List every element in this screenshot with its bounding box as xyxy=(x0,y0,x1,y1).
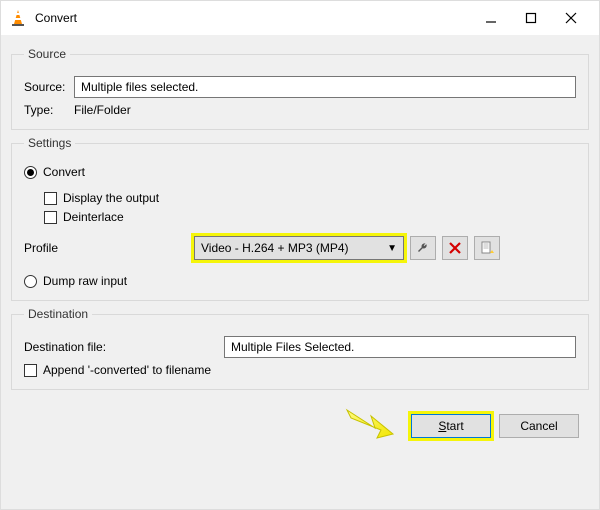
profile-dropdown[interactable]: Video - H.264 + MP3 (MP4) ▼ xyxy=(194,236,404,260)
profile-dropdown-value: Video - H.264 + MP3 (MP4) xyxy=(201,241,349,255)
close-button[interactable] xyxy=(551,4,591,32)
dump-raw-radio[interactable]: Dump raw input xyxy=(24,274,576,288)
settings-group: Settings Convert Display the output Dein… xyxy=(11,136,589,301)
annotation-arrow-icon xyxy=(343,406,403,446)
checkbox-box-icon xyxy=(24,364,37,377)
radio-dot-icon xyxy=(24,275,37,288)
cancel-button-label: Cancel xyxy=(520,419,557,433)
append-converted-label: Append '-converted' to filename xyxy=(43,363,211,377)
display-output-label: Display the output xyxy=(63,191,159,205)
type-value: File/Folder xyxy=(74,103,131,117)
display-output-checkbox[interactable]: Display the output xyxy=(44,191,576,205)
vlc-icon xyxy=(9,9,27,27)
convert-dialog: Convert Source Source: Type: File/Folder xyxy=(0,0,600,510)
deinterlace-label: Deinterlace xyxy=(63,210,124,224)
dump-raw-label: Dump raw input xyxy=(43,274,127,288)
destination-group: Destination Destination file: Append '-c… xyxy=(11,307,589,390)
source-legend: Source xyxy=(24,47,70,61)
client-area: Source Source: Type: File/Folder Setting… xyxy=(1,35,599,456)
start-button[interactable]: Start xyxy=(411,414,491,438)
edit-profile-button[interactable] xyxy=(410,236,436,260)
delete-icon xyxy=(449,242,461,254)
profile-label: Profile xyxy=(24,241,194,255)
new-profile-icon xyxy=(480,241,494,255)
source-input[interactable] xyxy=(74,76,576,98)
maximize-button[interactable] xyxy=(511,4,551,32)
new-profile-button[interactable] xyxy=(474,236,500,260)
start-button-label-rest: tart xyxy=(446,419,463,433)
deinterlace-checkbox[interactable]: Deinterlace xyxy=(44,210,576,224)
checkbox-box-icon xyxy=(44,211,57,224)
titlebar: Convert xyxy=(1,1,599,35)
action-bar: Start Cancel xyxy=(11,396,589,446)
window-title: Convert xyxy=(35,11,471,25)
checkbox-box-icon xyxy=(44,192,57,205)
radio-dot-icon xyxy=(24,166,37,179)
append-converted-checkbox[interactable]: Append '-converted' to filename xyxy=(24,363,576,377)
cancel-button[interactable]: Cancel xyxy=(499,414,579,438)
source-label: Source: xyxy=(24,80,74,94)
type-label: Type: xyxy=(24,103,74,117)
convert-radio-label: Convert xyxy=(43,165,85,179)
destination-legend: Destination xyxy=(24,307,92,321)
destination-file-label: Destination file: xyxy=(24,340,224,354)
settings-legend: Settings xyxy=(24,136,75,150)
delete-profile-button[interactable] xyxy=(442,236,468,260)
minimize-button[interactable] xyxy=(471,4,511,32)
source-group: Source Source: Type: File/Folder xyxy=(11,47,589,130)
chevron-down-icon: ▼ xyxy=(387,243,397,254)
convert-radio[interactable]: Convert xyxy=(24,165,576,179)
wrench-icon xyxy=(416,241,430,255)
window-buttons xyxy=(471,4,591,32)
destination-file-input[interactable] xyxy=(224,336,576,358)
